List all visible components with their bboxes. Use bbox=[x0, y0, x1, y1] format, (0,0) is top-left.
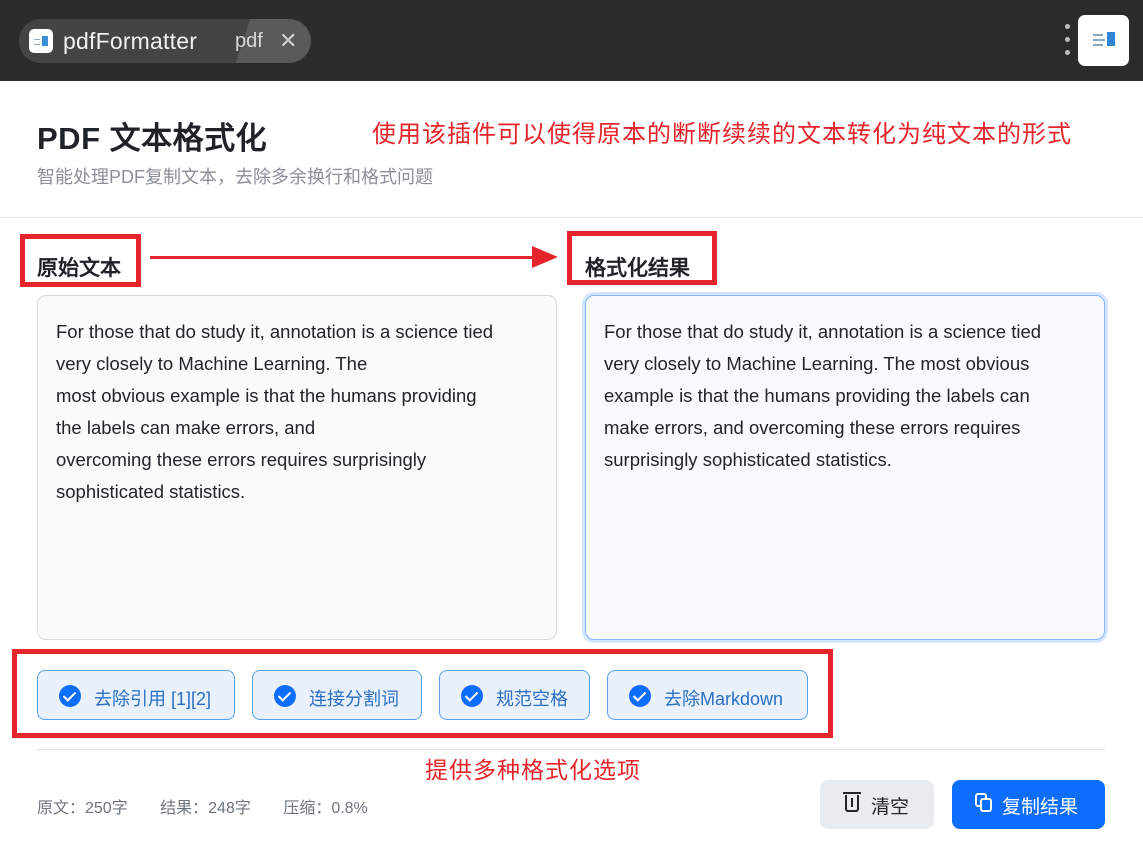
source-textarea[interactable]: For those that do study it, annotation i… bbox=[37, 295, 557, 640]
result-label: 格式化结果 bbox=[585, 257, 690, 280]
source-label: 原始文本 bbox=[37, 257, 121, 280]
option-remove-citations[interactable]: 去除引用 [1][2] bbox=[37, 670, 235, 720]
annotation-top-note: 使用该插件可以使得原本的断断续续的文本转化为纯文本的形式 bbox=[372, 120, 1072, 148]
option-normalize-spaces[interactable]: 规范空格 bbox=[439, 670, 590, 720]
tab-group[interactable]: pdfFormatter pdf ✕ bbox=[19, 19, 311, 63]
copy-button-label: 复制结果 bbox=[1002, 797, 1079, 818]
source-line: sophisticated statistics. bbox=[56, 481, 246, 502]
stat-compression: 压缩：0.8% bbox=[283, 800, 368, 817]
page-title: PDF 文本格式化 bbox=[37, 121, 268, 156]
result-line: example is that the humans providing the… bbox=[604, 385, 1030, 406]
source-line: most obvious example is that the humans … bbox=[56, 385, 477, 406]
source-line: overcoming these errors requires surpris… bbox=[56, 449, 427, 470]
tab-pdfformatter[interactable]: pdfFormatter bbox=[19, 19, 229, 63]
check-circle-icon bbox=[629, 685, 651, 707]
annotation-bottom-note: 提供多种格式化选项 bbox=[425, 758, 641, 784]
check-circle-icon bbox=[461, 685, 483, 707]
clear-button[interactable]: 清空 bbox=[820, 780, 934, 829]
browser-toolbar: pdfFormatter pdf ✕ bbox=[0, 0, 1143, 81]
option-label: 规范空格 bbox=[496, 689, 568, 709]
copy-icon bbox=[975, 793, 993, 813]
stat-original: 原文：250字 bbox=[37, 800, 128, 817]
result-line: very closely to Machine Learning. The mo… bbox=[604, 353, 1030, 374]
extension-icon[interactable] bbox=[1078, 15, 1129, 66]
arrow-head-icon bbox=[532, 246, 558, 268]
result-line: make errors, and overcoming these errors… bbox=[604, 417, 1021, 438]
copy-result-button[interactable]: 复制结果 bbox=[952, 780, 1105, 829]
source-line: very closely to Machine Learning. The bbox=[56, 353, 368, 374]
option-label: 连接分割词 bbox=[309, 689, 399, 709]
trash-icon bbox=[843, 792, 861, 812]
source-line: the labels can make errors, and bbox=[56, 417, 316, 438]
option-label: 去除引用 [1][2] bbox=[94, 689, 212, 709]
close-icon[interactable]: ✕ bbox=[279, 28, 297, 54]
stats-bar: 原文：250字 结果：248字 压缩：0.8% bbox=[37, 794, 396, 818]
result-line: surprisingly sophisticated statistics. bbox=[604, 449, 892, 470]
tab-title: pdfFormatter bbox=[63, 28, 198, 54]
source-line: For those that do study it, annotation i… bbox=[56, 321, 494, 342]
check-circle-icon bbox=[274, 685, 296, 707]
clear-button-label: 清空 bbox=[871, 797, 910, 818]
app-logo-icon bbox=[29, 29, 53, 53]
result-line: For those that do study it, annotation i… bbox=[604, 321, 1042, 342]
annotation-arrow bbox=[150, 256, 540, 259]
option-join-hyphenated[interactable]: 连接分割词 bbox=[252, 670, 422, 720]
header-divider bbox=[0, 217, 1143, 218]
check-circle-icon bbox=[59, 685, 81, 707]
footer-divider bbox=[37, 749, 1105, 750]
option-remove-markdown[interactable]: 去除Markdown bbox=[607, 670, 808, 720]
option-label: 去除Markdown bbox=[664, 689, 784, 709]
page-subtitle: 智能处理PDF复制文本，去除多余换行和格式问题 bbox=[37, 167, 433, 187]
result-textarea[interactable]: For those that do study it, annotation i… bbox=[585, 295, 1105, 640]
tab-page-label[interactable]: pdf bbox=[235, 30, 263, 53]
more-options-icon[interactable] bbox=[1060, 24, 1076, 60]
stat-result: 结果：248字 bbox=[160, 800, 251, 817]
